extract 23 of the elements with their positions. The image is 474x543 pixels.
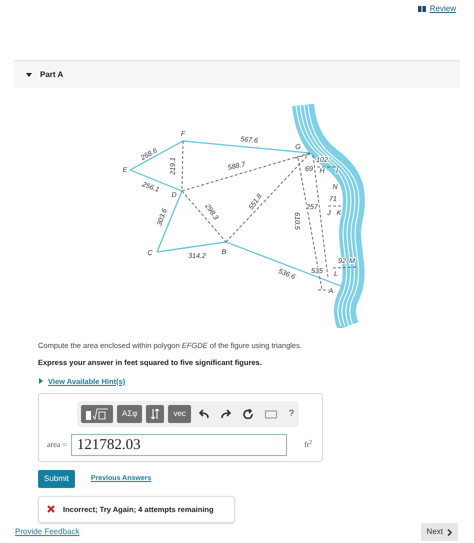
next-button[interactable]: Next bbox=[420, 523, 458, 541]
chevron-right-icon bbox=[447, 528, 452, 536]
caret-icon bbox=[26, 72, 32, 78]
part-header[interactable]: Part A bbox=[14, 60, 460, 88]
answer-label: area = bbox=[47, 438, 67, 451]
template-button[interactable] bbox=[81, 404, 113, 423]
part-title: Part A bbox=[40, 68, 64, 80]
help-button[interactable]: ? bbox=[284, 404, 298, 423]
vector-button[interactable]: vec bbox=[168, 404, 191, 423]
answer-field[interactable]: 121782.03 bbox=[70, 434, 287, 456]
book-icon bbox=[418, 6, 426, 12]
submit-button[interactable]: Submit bbox=[38, 470, 75, 488]
keyboard-icon bbox=[264, 408, 277, 419]
sort-arrows-icon bbox=[151, 408, 160, 419]
symbols-button[interactable]: ΑΣφ bbox=[117, 404, 142, 423]
redo-icon bbox=[220, 408, 231, 419]
template-icon bbox=[86, 408, 108, 420]
reset-icon bbox=[242, 408, 253, 419]
arrows-button[interactable] bbox=[146, 404, 164, 423]
undo-icon bbox=[198, 408, 209, 419]
provide-feedback-link[interactable]: Provide Feedback bbox=[15, 526, 80, 538]
review-link[interactable]: Review bbox=[418, 3, 456, 15]
unit-label: ft$^{2}$ bbox=[304, 438, 312, 451]
